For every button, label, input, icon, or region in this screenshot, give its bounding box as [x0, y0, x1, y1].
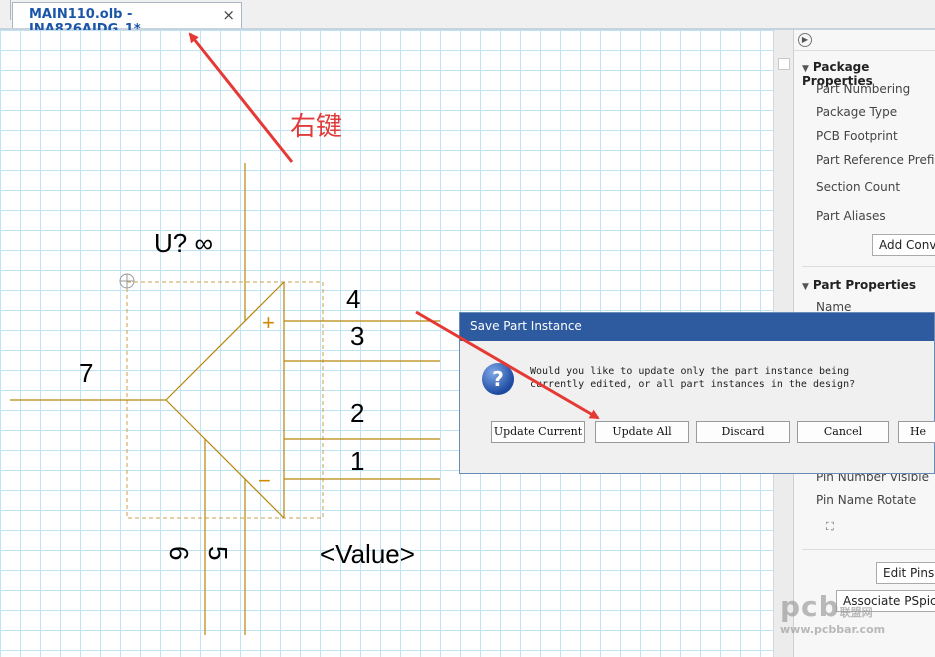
document-tab-bar: MAIN110.olb - INA826AIDG_1* ×: [0, 0, 935, 37]
pin-number-4: 4: [346, 284, 360, 314]
pin-number-3: 3: [350, 321, 364, 351]
add-convert-button[interactable]: Add Conve: [872, 234, 935, 256]
update-all-button[interactable]: Update All: [595, 421, 689, 443]
origin-crosshair-icon: [119, 273, 135, 289]
watermark: pcb联盟网 www.pcbbar.com: [780, 590, 886, 636]
panel-header: ▶: [794, 30, 935, 51]
expand-icon[interactable]: ⛶: [826, 520, 834, 534]
plus-sign: +: [262, 310, 275, 335]
prop-pin-name-rotate[interactable]: Pin Name Rotate: [816, 493, 916, 507]
section-divider: [802, 266, 935, 267]
question-icon: ?: [482, 363, 514, 395]
prop-part-aliases[interactable]: Part Aliases: [816, 209, 886, 223]
prop-pcb-footprint[interactable]: PCB Footprint: [816, 129, 898, 143]
prop-part-numbering[interactable]: Part Numbering: [816, 82, 910, 96]
tab-main110-olb[interactable]: MAIN110.olb - INA826AIDG_1* ×: [12, 2, 242, 37]
prop-section-count[interactable]: Section Count: [816, 180, 900, 194]
tab-scroll-left[interactable]: [0, 0, 11, 20]
dialog-titlebar[interactable]: Save Part Instance: [460, 313, 934, 341]
pin-number-2: 2: [350, 398, 364, 428]
minus-sign: −: [258, 468, 271, 493]
edit-pins-button[interactable]: Edit Pins: [876, 562, 935, 584]
cancel-button[interactable]: Cancel: [797, 421, 889, 443]
help-button[interactable]: He: [898, 421, 935, 443]
pin-number-1: 1: [350, 446, 364, 476]
pin-number-7: 7: [79, 358, 93, 388]
collapse-triangle-icon[interactable]: ▼: [802, 64, 809, 74]
close-icon[interactable]: ×: [222, 6, 235, 24]
prop-part-reference-prefix[interactable]: Part Reference Prefix: [816, 153, 935, 167]
scrollbar-thumb[interactable]: [778, 58, 790, 70]
discard-button[interactable]: Discard: [696, 421, 790, 443]
right-click-note: 右键: [290, 112, 343, 142]
pin-number-5: 5: [203, 546, 233, 560]
collapse-triangle-icon[interactable]: ▼: [802, 282, 809, 292]
prop-package-type[interactable]: Package Type: [816, 105, 897, 119]
update-current-button[interactable]: Update Current: [491, 421, 585, 443]
dialog-message: Would you like to update only the part i…: [530, 366, 856, 390]
pin-number-6: 6: [164, 546, 194, 560]
dialog-title: Save Part Instance: [470, 319, 582, 333]
save-part-instance-dialog: Save Part Instance ? Would you like to u…: [459, 312, 935, 474]
section-divider: [802, 549, 935, 550]
part-value[interactable]: <Value>: [320, 539, 415, 569]
part-reference[interactable]: U? ∞: [154, 228, 213, 258]
panel-toggle-icon[interactable]: ▶: [798, 33, 812, 47]
part-properties-header[interactable]: ▼ Part Properties: [802, 278, 916, 292]
